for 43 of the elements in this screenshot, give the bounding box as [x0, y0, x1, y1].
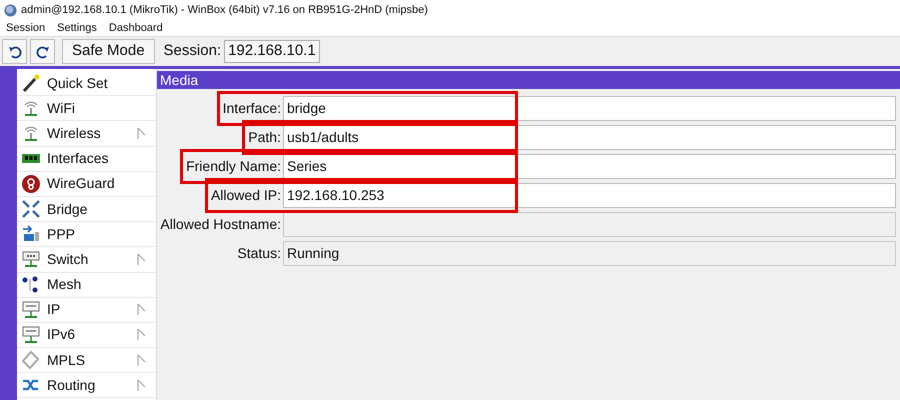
sidebar-item[interactable]: Bridge — [17, 196, 156, 222]
field-label: Path: — [248, 128, 281, 144]
menu-item[interactable]: Dashboard — [108, 20, 163, 36]
field-label: Allowed IP: — [210, 186, 281, 202]
monitor-icon — [21, 300, 41, 320]
sidebar-item[interactable]: Routing — [17, 373, 156, 398]
tag-icon — [21, 350, 41, 370]
sidebar-item[interactable]: MPLS — [17, 348, 156, 374]
sidebar-item[interactable]: WiFi — [17, 96, 156, 122]
field-label: Status: — [237, 244, 281, 260]
sidebar-item[interactable]: Switch — [17, 247, 156, 272]
redo-button[interactable] — [30, 39, 55, 64]
sidebar-item[interactable]: WireGuard — [17, 172, 156, 197]
sidebar-item[interactable]: PPP — [17, 222, 156, 248]
menu-item[interactable]: Session — [6, 20, 46, 36]
input-field[interactable]: usb1/adults — [283, 125, 896, 150]
field-label: Friendly Name: — [186, 158, 281, 174]
wand-icon — [21, 73, 41, 94]
sidebar-item[interactable]: Interfaces — [17, 146, 156, 172]
sidebar-item[interactable]: Mesh — [17, 272, 156, 298]
sidebar-item[interactable]: IP — [17, 298, 156, 323]
input-field[interactable]: Series — [283, 154, 896, 179]
sidebar-item[interactable]: Wireless — [17, 121, 156, 147]
window-title: admin@192.168.10.1 (MikroTik) - WinBox (64bit) v7.16 on RB951G-2HnD (mipsbe) — [21, 2, 428, 18]
panel-header: Media — [157, 71, 900, 89]
sidebar-item[interactable]: Quick Set — [17, 71, 156, 96]
field-label: Allowed Hostname: — [160, 216, 281, 232]
undo-icon — [8, 44, 22, 58]
session-label: Session: — [164, 41, 222, 62]
monitor-icon — [21, 324, 41, 345]
input-field[interactable]: 192.168.10.253 — [283, 183, 896, 208]
menu-item[interactable]: Settings — [57, 20, 97, 36]
input-field[interactable]: bridge — [283, 96, 896, 121]
dragon-logo-icon — [21, 174, 41, 194]
undo-button[interactable] — [2, 39, 27, 64]
field-label: Interface: — [222, 100, 281, 116]
sidebar-item[interactable]: IPv6 — [17, 322, 156, 348]
arrows-icon — [21, 199, 41, 220]
safe-mode-button[interactable]: Safe Mode — [62, 39, 155, 64]
app-icon — [4, 4, 17, 16]
redo-icon — [36, 44, 50, 58]
session-field[interactable]: 192.168.10.1 — [224, 40, 320, 63]
switch-icon — [21, 249, 41, 270]
